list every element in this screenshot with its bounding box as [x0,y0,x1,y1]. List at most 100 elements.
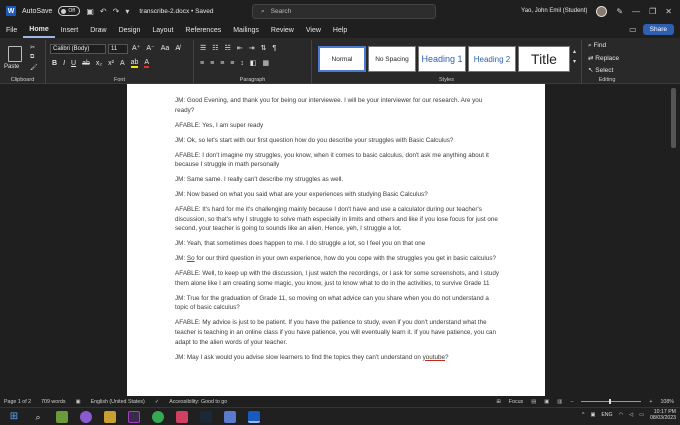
word-taskbar-icon[interactable] [248,410,260,423]
zoom-out-icon[interactable]: − [570,399,573,405]
tab-home[interactable]: Home [23,22,55,38]
page-count[interactable]: Page 1 of 2 [4,399,31,405]
change-case-icon[interactable]: Aa [161,45,170,52]
save-icon[interactable]: ▣ [86,7,94,16]
style-no-spacing[interactable]: No Spacing [368,46,416,72]
focus-icon[interactable]: ⊞ [496,399,500,405]
superscript-icon[interactable]: x² [108,60,114,67]
paragraph[interactable]: JM: May I ask would you advise slow lear… [175,353,499,363]
accessibility-status[interactable]: Accessibility: Good to go [169,399,227,405]
style-heading-2[interactable]: Heading 2 [468,46,516,72]
clock[interactable]: 10:17 PM 08/03/2023 [650,409,676,421]
style-heading-1[interactable]: Heading 1 [418,46,466,72]
paragraph[interactable]: JM: Now based on what you said what are … [175,190,499,200]
tab-help[interactable]: Help [327,22,353,38]
wifi-icon[interactable]: ◠ [619,412,624,418]
tab-draw[interactable]: Draw [84,22,112,38]
tab-references[interactable]: References [179,22,227,38]
borders-icon[interactable]: ▦ [263,59,270,67]
undo-icon[interactable]: ↶ [100,7,107,16]
user-name[interactable]: Yao, John Emil (Student) [521,8,587,14]
zoom-level[interactable]: 108% [660,399,674,405]
paragraph[interactable]: AFABLE: Yes, I am super ready [175,121,499,131]
strikethrough-icon[interactable]: ab [82,60,90,67]
word-count[interactable]: 709 words [41,399,65,405]
tab-review[interactable]: Review [265,22,300,38]
tab-view[interactable]: View [300,22,327,38]
paragraph[interactable]: AFABLE: My advice is just to be patient.… [175,318,499,347]
style-normal[interactable]: Normal [318,46,366,72]
paragraph[interactable]: JM: Same same. I really can't describe m… [175,175,499,185]
document-title[interactable]: transcribe-2.docx • Saved [139,8,213,15]
battery-icon[interactable]: ▭ [639,412,644,418]
subscript-icon[interactable]: x₂ [96,60,102,67]
minimize-icon[interactable]: — [632,7,640,16]
tab-insert[interactable]: Insert [55,22,85,38]
multilevel-list-icon[interactable]: ☵ [225,44,231,52]
decrease-indent-icon[interactable]: ⇤ [237,44,243,52]
document-page[interactable]: JM: Good Evening, and thank you for bein… [127,84,545,396]
font-color-icon[interactable]: A [144,59,150,68]
grow-font-icon[interactable]: A⁺ [132,44,140,52]
customize-quick-access-icon[interactable]: ▾ [125,7,129,16]
volume-icon[interactable]: ◁ [629,412,633,418]
windows-start-icon[interactable]: ⊞ [8,411,20,423]
paragraph[interactable]: AFABLE: Well, to keep up with the discus… [175,269,499,288]
justify-icon[interactable]: ≡ [230,60,234,67]
align-center-icon[interactable]: ≡ [210,60,214,67]
app-icon-purple[interactable] [80,410,92,423]
focus-button[interactable]: Focus [509,399,523,405]
proofing-icon[interactable]: ▣ [76,399,81,405]
read-mode-icon[interactable]: ▤ [531,399,536,405]
font-size-select[interactable]: 11 [108,44,128,54]
tab-design[interactable]: Design [113,22,147,38]
share-button[interactable]: Share [642,24,674,35]
styles-more-icon[interactable]: ▾ [573,58,576,65]
vertical-scrollbar[interactable] [671,84,676,396]
paragraph[interactable]: AFABLE: It's hard for me it's challengin… [175,205,499,234]
increase-indent-icon[interactable]: ⇥ [249,44,255,52]
text-effects-icon[interactable]: A [120,60,125,67]
tab-mailings[interactable]: Mailings [227,22,265,38]
shrink-font-icon[interactable]: A⁻ [146,44,154,52]
paste-button[interactable]: Paste [4,64,19,70]
line-spacing-icon[interactable]: ↕ [240,60,244,67]
copy-icon[interactable]: ⧉ [30,54,34,61]
align-left-icon[interactable]: ≡ [200,60,204,67]
steam-icon[interactable] [200,410,212,423]
cut-icon[interactable]: ✂ [30,44,35,51]
bold-icon[interactable]: B [52,60,57,67]
paragraph[interactable]: JM: Ok, so let's start with our first qu… [175,136,499,146]
print-layout-icon[interactable]: ▣ [544,399,549,405]
numbering-icon[interactable]: ☷ [212,44,218,52]
replace-button[interactable]: ⇄ Replace [588,54,619,62]
redo-icon[interactable]: ↷ [113,7,120,16]
pen-icon[interactable]: ✎ [616,7,623,16]
chrome-icon[interactable] [152,410,164,423]
zoom-in-icon[interactable]: + [649,399,652,405]
file-explorer-icon[interactable] [104,410,116,423]
clear-formatting-icon[interactable]: A̸ [175,45,180,52]
lang-indicator[interactable]: ENG [601,412,612,418]
sort-icon[interactable]: ⇅ [261,44,267,52]
font-name-select[interactable]: Calibri (Body) [50,44,106,54]
find-button[interactable]: ⌕ Find [588,42,606,50]
tray-app-icon[interactable]: ▣ [590,412,595,418]
document-canvas[interactable]: JM: Good Evening, and thank you for bein… [0,84,680,396]
widgets-icon[interactable] [56,410,68,423]
paragraph[interactable]: JM: True for the graduation of Grade 11,… [175,294,499,313]
underline-icon[interactable]: U [71,60,76,67]
align-right-icon[interactable]: ≡ [220,60,224,67]
paragraph[interactable]: JM: So for our third question in your ow… [175,254,499,264]
scroll-thumb[interactable] [671,88,676,148]
search-box[interactable]: ⌕ Search [252,4,436,19]
taskbar-search-icon[interactable]: ⌕ [32,411,44,423]
bullets-icon[interactable]: ☰ [200,44,206,52]
language-status[interactable]: English (United States) [91,399,145,405]
select-button[interactable]: ↖ Select [588,66,613,74]
autosave-toggle[interactable]: Off [58,6,81,16]
tray-chevron-icon[interactable]: ^ [582,412,584,418]
close-icon[interactable]: ✕ [665,7,672,16]
web-layout-icon[interactable]: ▥ [557,399,562,405]
paragraph[interactable]: AFABLE: I don't imagine my struggles, yo… [175,151,499,170]
